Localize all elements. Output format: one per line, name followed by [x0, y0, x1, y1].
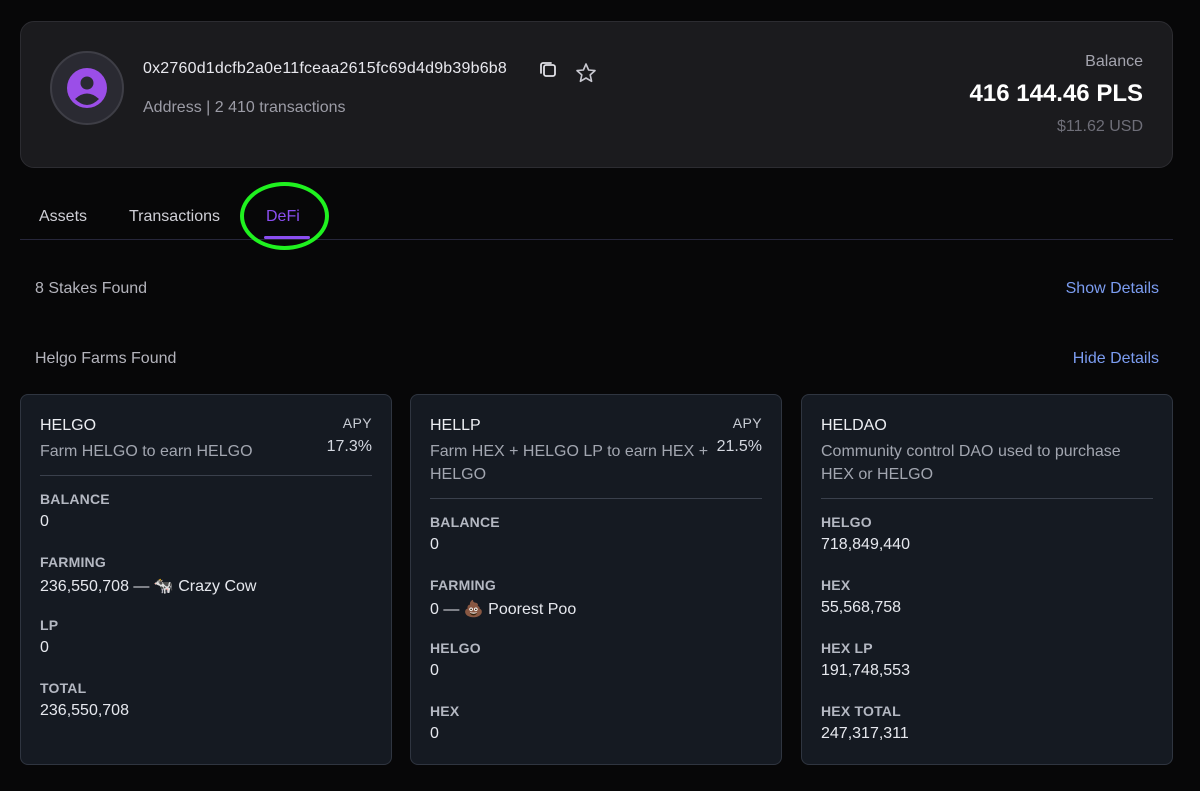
- card-title: HELDAO: [821, 417, 887, 434]
- user-circle-icon: [67, 68, 107, 108]
- stat-value: 191,748,553: [821, 662, 910, 679]
- card-divider: [821, 498, 1153, 499]
- apy-value: 21.5%: [716, 438, 762, 455]
- star-icon[interactable]: [575, 62, 597, 84]
- copy-icon[interactable]: [538, 59, 558, 79]
- stat-value: 0: [430, 725, 439, 742]
- stat-label: HEX LP: [821, 640, 873, 656]
- card-title: HELLP: [430, 417, 481, 434]
- stat-label: HELGO: [821, 514, 872, 530]
- stat-value: 718,849,440: [821, 536, 910, 553]
- card-description: Farm HEX + HELGO LP to earn HEX + HELGO: [430, 443, 709, 483]
- stat-label: FARMING: [40, 554, 106, 570]
- wallet-address: 0x2760d1dcfb2a0e11fceaa2615fc69d4d9b39b6…: [143, 60, 507, 77]
- balance-usd: $11.62 USD: [1057, 118, 1143, 135]
- stat-label: FARMING: [430, 577, 496, 593]
- stat-label: HEX TOTAL: [821, 703, 901, 719]
- balance-value: 416 144.46 PLS: [969, 80, 1143, 107]
- address-header-card: 0x2760d1dcfb2a0e11fceaa2615fc69d4d9b39b6…: [20, 21, 1173, 168]
- stat-label: BALANCE: [40, 491, 110, 507]
- tab-transactions[interactable]: Transactions: [129, 208, 220, 226]
- card-title: HELGO: [40, 417, 97, 434]
- farms-found-label: Helgo Farms Found: [35, 350, 177, 367]
- tab-assets[interactable]: Assets: [39, 208, 87, 226]
- card-divider: [40, 475, 372, 476]
- hide-details-link[interactable]: Hide Details: [1073, 350, 1159, 368]
- stat-label: LP: [40, 617, 59, 633]
- stat-value: 0: [430, 536, 439, 553]
- apy-value: 17.3%: [326, 438, 372, 455]
- balance-label: Balance: [1085, 53, 1143, 70]
- stat-value: 55,568,758: [821, 599, 902, 616]
- stat-value: 247,317,311: [821, 725, 909, 742]
- avatar: [50, 51, 124, 125]
- stat-label: HELGO: [430, 640, 481, 656]
- address-subline: Address | 2 410 transactions: [143, 99, 346, 116]
- stat-value: 0: [430, 662, 439, 679]
- stakes-found-label: 8 Stakes Found: [35, 280, 148, 297]
- stat-value: 0 — 💩 Poorest Poo: [430, 601, 577, 618]
- stat-label: BALANCE: [430, 514, 500, 530]
- stat-label: HEX: [821, 577, 851, 593]
- stat-value: 236,550,708: [40, 702, 129, 719]
- farm-card-helgo: HELGO Farm HELGO to earn HELGO APY 17.3%…: [20, 394, 392, 765]
- card-description: Farm HELGO to earn HELGO: [40, 443, 253, 460]
- stat-value: 0: [40, 639, 49, 656]
- tab-bar: Assets Transactions DeFi: [20, 186, 1173, 240]
- apy-label: APY: [732, 415, 762, 431]
- stat-value: 0: [40, 513, 49, 530]
- stat-value: 236,550,708 — 🐄 Crazy Cow: [40, 578, 257, 595]
- apy-label: APY: [342, 415, 372, 431]
- farm-card-heldao: HELDAO Community control DAO used to pur…: [801, 394, 1173, 765]
- stat-label: TOTAL: [40, 680, 87, 696]
- card-divider: [430, 498, 762, 499]
- stat-label: HEX: [430, 703, 460, 719]
- card-description: Community control DAO used to purchase H…: [821, 443, 1121, 483]
- show-details-link[interactable]: Show Details: [1066, 280, 1159, 298]
- highlight-circle-annotation: [240, 182, 329, 250]
- farm-card-hellp: HELLP Farm HEX + HELGO LP to earn HEX + …: [410, 394, 782, 765]
